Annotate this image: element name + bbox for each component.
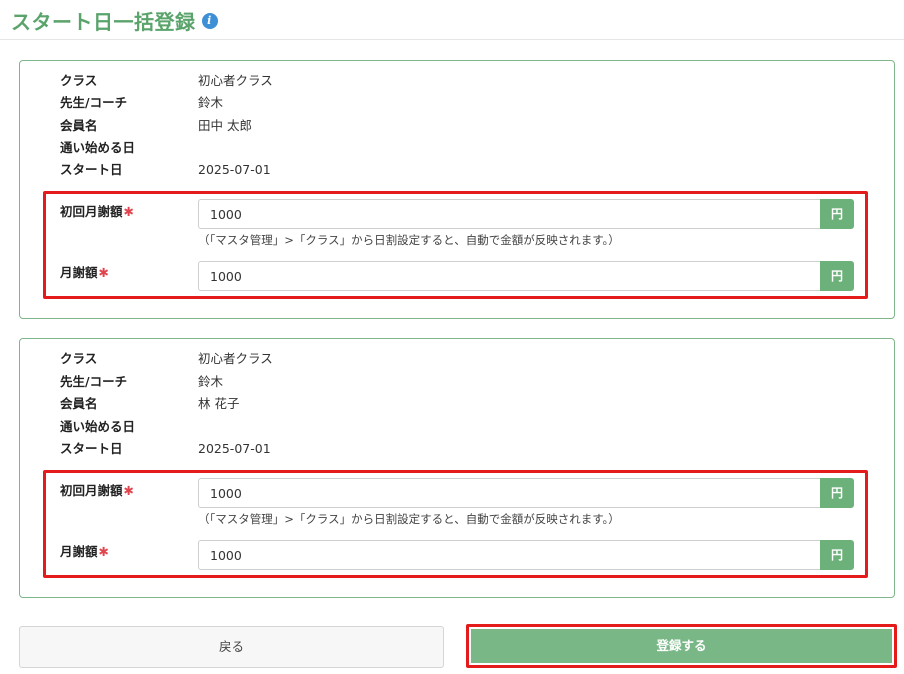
page-header: スタート日一括登録 i <box>0 0 904 40</box>
monthly-fee-input-group: 円 <box>198 540 854 570</box>
monthly-fee-label-text: 月謝額 <box>60 265 98 280</box>
monthly-fee-input-group: 円 <box>198 261 854 291</box>
info-row-teacher: 先生/コーチ 鈴木 <box>60 94 223 112</box>
info-label: 通い始める日 <box>60 419 136 434</box>
info-row-start-date: スタート日 2025-07-01 <box>60 161 271 179</box>
help-text: （「マスタ管理」>「クラス」から日割設定すると、自動で金額が反映されます。） <box>198 512 620 526</box>
page-title: スタート日一括登録 i <box>11 6 218 35</box>
page-title-text: スタート日一括登録 <box>11 10 196 34</box>
info-value: 鈴木 <box>198 374 224 389</box>
currency-addon: 円 <box>820 478 854 508</box>
currency-addon: 円 <box>820 261 854 291</box>
first-fee-label-text: 初回月謝額 <box>60 483 123 498</box>
info-icon[interactable]: i <box>201 12 218 29</box>
register-button[interactable]: 登録する <box>471 629 892 663</box>
first-fee-label: 初回月謝額✱ <box>60 480 134 499</box>
info-row-attend-start: 通い始める日 <box>60 418 198 436</box>
info-value: 田中 太郎 <box>198 118 252 133</box>
register-highlight-box: 登録する <box>466 624 897 668</box>
first-fee-input-group: 円 <box>198 478 854 508</box>
info-label: クラス <box>60 351 98 366</box>
info-row-attend-start: 通い始める日 <box>60 139 198 157</box>
info-value: 鈴木 <box>198 95 224 110</box>
first-fee-input[interactable] <box>198 478 820 508</box>
info-label: 会員名 <box>60 396 98 411</box>
info-row-teacher: 先生/コーチ 鈴木 <box>60 373 223 391</box>
back-button[interactable]: 戻る <box>19 626 444 668</box>
monthly-fee-input[interactable] <box>198 261 820 291</box>
currency-addon: 円 <box>820 199 854 229</box>
info-value: 初心者クラス <box>198 351 273 366</box>
student-entry-card: クラス 初心者クラス 先生/コーチ 鈴木 会員名 林 花子 通い始める日 スター… <box>19 338 895 598</box>
info-row-start-date: スタート日 2025-07-01 <box>60 440 271 458</box>
info-row-member: 会員名 田中 太郎 <box>60 117 252 135</box>
help-text: （「マスタ管理」>「クラス」から日割設定すると、自動で金額が反映されます。） <box>198 233 620 247</box>
required-asterisk-icon: ✱ <box>123 204 134 219</box>
first-fee-label-text: 初回月謝額 <box>60 204 123 219</box>
info-value: 初心者クラス <box>198 73 273 88</box>
required-asterisk-icon: ✱ <box>123 483 134 498</box>
info-row-class: クラス 初心者クラス <box>60 72 273 90</box>
monthly-fee-label: 月謝額✱ <box>60 262 109 281</box>
info-label: 通い始める日 <box>60 140 136 155</box>
info-label: 先生/コーチ <box>60 374 128 389</box>
required-asterisk-icon: ✱ <box>98 265 109 280</box>
info-label: スタート日 <box>60 162 123 177</box>
required-asterisk-icon: ✱ <box>98 544 109 559</box>
first-fee-label: 初回月謝額✱ <box>60 201 134 220</box>
currency-addon: 円 <box>820 540 854 570</box>
monthly-fee-label-text: 月謝額 <box>60 544 98 559</box>
info-row-member: 会員名 林 花子 <box>60 395 239 413</box>
info-row-class: クラス 初心者クラス <box>60 350 273 368</box>
monthly-fee-label: 月謝額✱ <box>60 541 109 560</box>
first-fee-input-group: 円 <box>198 199 854 229</box>
info-label: クラス <box>60 73 98 88</box>
info-value: 2025-07-01 <box>198 162 271 177</box>
info-value: 2025-07-01 <box>198 441 271 456</box>
info-label: 会員名 <box>60 118 98 133</box>
info-label: スタート日 <box>60 441 123 456</box>
info-value: 林 花子 <box>198 396 240 411</box>
monthly-fee-input[interactable] <box>198 540 820 570</box>
student-entry-card: クラス 初心者クラス 先生/コーチ 鈴木 会員名 田中 太郎 通い始める日 スタ… <box>19 60 895 319</box>
info-label: 先生/コーチ <box>60 95 128 110</box>
first-fee-input[interactable] <box>198 199 820 229</box>
